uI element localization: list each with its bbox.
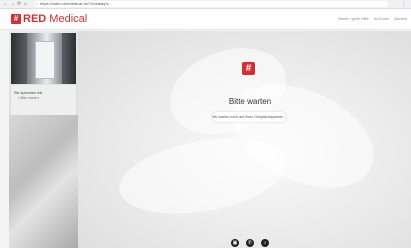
header-link-logout[interactable]: Abmeld [394, 17, 407, 21]
brand-logo-icon: # [11, 14, 21, 24]
camera-icon[interactable]: ▣ [231, 239, 239, 247]
participant-photo [11, 33, 76, 84]
reload-icon[interactable]: ⟳ [17, 1, 21, 7]
back-icon[interactable]: ← [3, 1, 8, 7]
photo-curtain-right [62, 33, 76, 84]
participant-status: • Bitte warten... [18, 96, 42, 100]
address-bar[interactable]: • https://video.redmedical.de/?/media/pv… [34, 1, 388, 7]
waiting-title: Bitte warten [228, 97, 272, 106]
brand-name-bold: RED [23, 13, 47, 25]
photo-curtain-left [11, 33, 27, 84]
waiting-message: Wir warten noch auf Ihren Gesprächspartn… [212, 112, 286, 122]
header-link-help[interactable]: Bereit / gehe Hilfe [338, 17, 368, 21]
app-page: ← → ⟳ ⌂ • https://video.redmedical.de/?/… [0, 0, 411, 248]
forward-icon[interactable]: → [10, 1, 15, 7]
phone-icon[interactable]: ✆ [246, 239, 254, 247]
header-links: Bereit / gehe Hilfe Ihr Konto Abmeld [334, 16, 407, 22]
sidebar-background-image [9, 115, 78, 248]
header-link-account[interactable]: Ihr Konto [374, 17, 389, 21]
brand-name[interactable]: RED Medical [23, 12, 87, 26]
participant-status-text: Bitte warten... [20, 96, 42, 100]
waiting-logo-icon: # [242, 62, 255, 75]
address-bar-url: https://video.redmedical.de/?/media/pv..… [40, 1, 112, 6]
photo-window [35, 41, 55, 79]
participant-sidebar: Sie sprechen mit • Bitte warten... [9, 31, 78, 248]
browser-menu-icon[interactable]: ⋮ [401, 1, 406, 7]
participant-info: Sie sprechen mit • Bitte warten... [11, 85, 76, 115]
microphone-icon[interactable]: ♪ [261, 239, 269, 247]
home-icon[interactable]: ⌂ [24, 1, 27, 7]
brand-name-rest: Medical [46, 13, 88, 25]
lock-icon: • [36, 1, 38, 6]
browser-toolbar: ← → ⟳ ⌂ • https://video.redmedical.de/?/… [0, 0, 411, 9]
app-header: # RED Medical Bereit / gehe Hilfe Ihr Ko… [0, 9, 411, 30]
